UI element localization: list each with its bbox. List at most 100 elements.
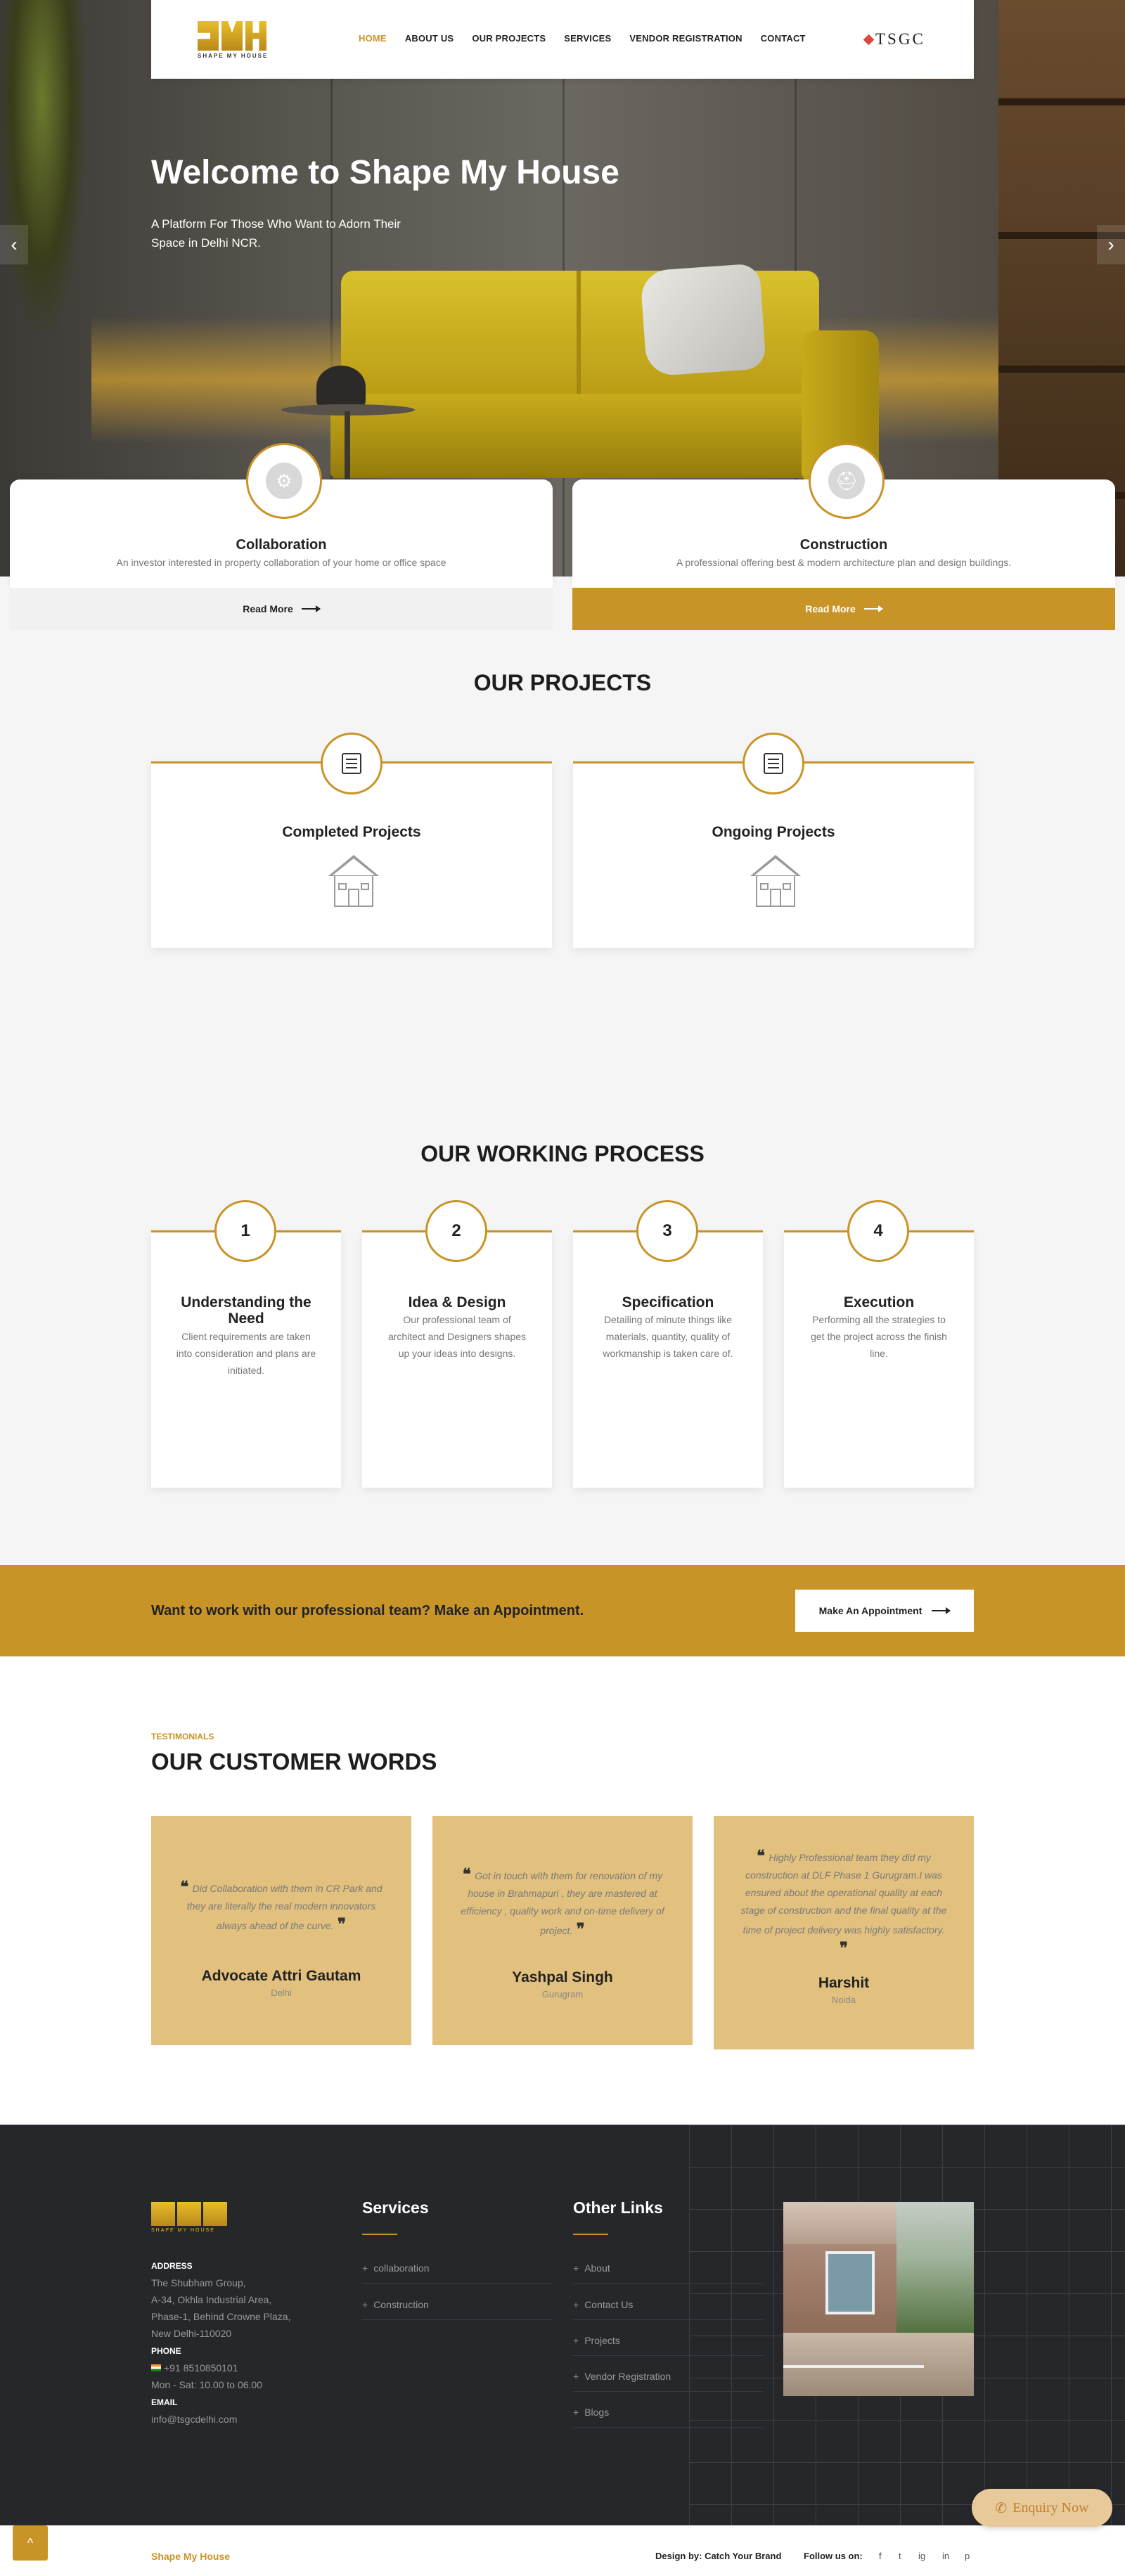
linkedin-icon[interactable]: in: [942, 2551, 949, 2561]
email-link[interactable]: info@tsgcdelhi.com: [151, 2414, 237, 2425]
email-label: EMAIL: [151, 2397, 178, 2407]
pinterest-icon[interactable]: p: [965, 2551, 970, 2561]
read-more-label: Read More: [243, 603, 293, 614]
process-step-1: 1 Understanding the Need Client requirem…: [151, 1200, 341, 1488]
slider-prev-button[interactable]: ‹: [0, 225, 28, 264]
diamond-icon: [863, 34, 875, 45]
site-logo[interactable]: SHAPE MY HOUSE: [198, 21, 292, 60]
footer-project-photo: [783, 2202, 974, 2396]
service-card-collaboration: ⚙ Collaboration An investor interested i…: [10, 443, 553, 630]
quote-open-icon: ❝: [180, 1878, 193, 1895]
plus-icon: +: [573, 2371, 579, 2382]
testimonial-name: Harshit: [818, 1975, 870, 1991]
phone-label: PHONE: [151, 2346, 181, 2356]
testimonials-eyebrow: TESTIMONIALS: [151, 1732, 214, 1741]
project-icon-ring: [321, 733, 382, 794]
divider: [573, 2427, 763, 2428]
nav-about-us[interactable]: ABOUT US: [405, 33, 454, 44]
hero-vase: [316, 366, 366, 408]
testimonial-card: ❝ Got in touch with them for renovation …: [432, 1816, 693, 2045]
title-underline: [362, 2234, 397, 2235]
chevron-left-icon: ‹: [11, 233, 18, 255]
instagram-icon[interactable]: ig: [918, 2551, 925, 2561]
footer-link-contact-us[interactable]: + Contact Us: [573, 2299, 633, 2310]
project-card-ongoing[interactable]: Ongoing Projects: [573, 733, 974, 948]
footer-link-collaboration[interactable]: + collaboration: [362, 2262, 430, 2274]
process-step-3: 3 Specification Detailing of minute thin…: [573, 1200, 763, 1488]
footer-other-title: Other Links: [573, 2198, 663, 2217]
make-appointment-label: Make An Appointment: [818, 1605, 922, 1616]
enquiry-label: Enquiry Now: [1012, 2499, 1089, 2516]
quote-open-icon: ❝: [462, 1865, 475, 1883]
step-desc: Our professional team of architect and D…: [387, 1314, 527, 1359]
logo-mark: [198, 21, 292, 51]
address-label: ADDRESS: [151, 2261, 193, 2271]
plus-icon: +: [362, 2262, 368, 2274]
step-title: Idea & Design: [408, 1294, 506, 1310]
appointment-banner: Want to work with our professional team?…: [0, 1565, 1125, 1656]
step-title: Execution: [843, 1294, 915, 1310]
testimonial-card: ❝ Highly Professional team they did my c…: [714, 1816, 974, 2049]
process-section-title: OUR WORKING PROCESS: [420, 1141, 705, 1166]
phone-link[interactable]: +91 8510850101: [164, 2362, 238, 2374]
step-number: 4: [847, 1200, 909, 1262]
tsgc-logo-text: TSGC: [875, 30, 925, 48]
address-line: A-34, Okhla Industrial Area,: [151, 2294, 272, 2305]
footer-link-construction[interactable]: + Construction: [362, 2299, 429, 2310]
slider-next-button[interactable]: ›: [1097, 225, 1125, 264]
chevron-up-icon: ^: [27, 2535, 34, 2550]
design-credit: Design by: Catch Your Brand: [655, 2551, 782, 2561]
tsgc-logo[interactable]: TSGC: [863, 30, 925, 49]
project-card-completed[interactable]: Completed Projects: [151, 733, 552, 948]
service-title: Collaboration: [236, 537, 327, 553]
site-header: SHAPE MY HOUSE HOME ABOUT US OUR PROJECT…: [151, 0, 974, 79]
nav-home[interactable]: HOME: [359, 33, 387, 44]
step-number: 2: [425, 1200, 487, 1262]
read-more-button[interactable]: Read More: [572, 588, 1115, 630]
site-footer: SHAPE MY HOUSE ADDRESS The Shubham Group…: [0, 2125, 1125, 2525]
footer-link-vendor-registration[interactable]: + Vendor Registration: [573, 2371, 671, 2382]
plus-icon: +: [573, 2407, 579, 2418]
twitter-icon[interactable]: t: [899, 2551, 901, 2561]
arrow-right-icon: [932, 1607, 951, 1614]
copyright-brand-link[interactable]: Shape My House: [151, 2551, 230, 2562]
read-more-button[interactable]: Read More: [10, 588, 553, 630]
nav-contact[interactable]: CONTACT: [761, 33, 806, 44]
footer-contact-info: ADDRESS The Shubham Group, A-34, Okhla I…: [151, 2257, 290, 2428]
project-card-title: Completed Projects: [282, 824, 421, 840]
arrow-right-icon: [863, 605, 883, 612]
copyright-bar: Shape My House Design by: Catch Your Bra…: [0, 2525, 1125, 2576]
nav-services[interactable]: SERVICES: [564, 33, 611, 44]
step-number: 3: [636, 1200, 698, 1262]
address-line: New Delhi-110020: [151, 2328, 232, 2339]
footer-logo[interactable]: SHAPE MY HOUSE: [151, 2202, 227, 2233]
house-icon: [750, 855, 801, 908]
facebook-icon[interactable]: f: [879, 2551, 882, 2561]
testimonial-location: Delhi: [271, 1988, 292, 1998]
gear-icon: ⚙: [266, 463, 302, 499]
title-underline: [573, 2234, 608, 2235]
divider: [573, 2283, 763, 2284]
footer-link-blogs[interactable]: + Blogs: [573, 2407, 609, 2418]
page: Welcome to Shape My House A Platform For…: [0, 0, 1125, 2576]
process-step-2: 2 Idea & Design Our professional team of…: [362, 1200, 552, 1488]
plus-icon: +: [573, 2262, 579, 2274]
project-icon-ring: [742, 733, 804, 794]
logo-mark: [151, 2202, 227, 2226]
house-icon: [328, 855, 379, 908]
footer-link-about[interactable]: + About: [573, 2262, 610, 2274]
divider: [573, 2319, 763, 2320]
testimonial-quote: ❝ Got in touch with them for renovation …: [461, 1865, 664, 1938]
appointment-text: Want to work with our professional team?…: [151, 1603, 584, 1618]
india-flag-icon: [151, 2364, 161, 2371]
process-step-4: 4 Execution Performing all the strategie…: [784, 1200, 974, 1488]
service-card-body: ⚙ Collaboration An investor interested i…: [10, 443, 553, 588]
nav-vendor-registration[interactable]: VENDOR REGISTRATION: [629, 33, 742, 44]
testimonial-location: Gurugram: [541, 1989, 584, 1999]
footer-link-projects[interactable]: + Projects: [573, 2335, 620, 2346]
nav-our-projects[interactable]: OUR PROJECTS: [472, 33, 546, 44]
scroll-to-top-button[interactable]: ^: [13, 2525, 48, 2561]
make-appointment-button[interactable]: Make An Appointment: [795, 1590, 974, 1632]
hero-plant-image: [0, 0, 84, 330]
enquiry-now-button[interactable]: ✆ Enquiry Now: [972, 2489, 1112, 2527]
